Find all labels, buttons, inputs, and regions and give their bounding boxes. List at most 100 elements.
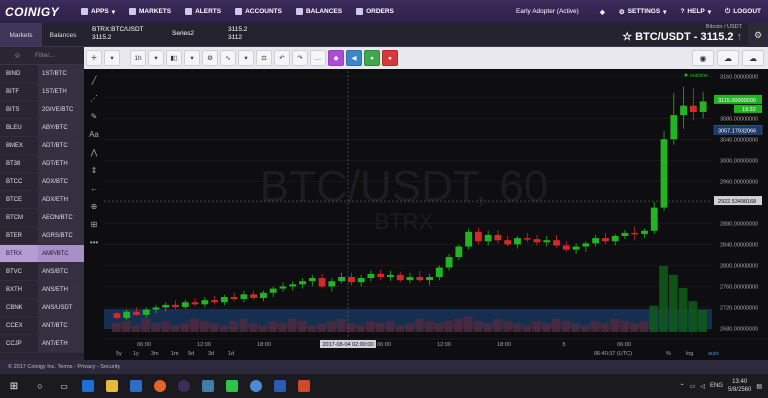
chevron-up-icon[interactable]: ⌃ bbox=[680, 383, 685, 390]
sidebar-row[interactable]: BITF 1ST/ETH bbox=[0, 83, 84, 101]
undo-icon[interactable]: ↶ bbox=[274, 50, 290, 66]
filter-input[interactable]: Filter... bbox=[35, 52, 55, 59]
file-explorer-icon[interactable] bbox=[101, 374, 123, 398]
more-icon[interactable]: … bbox=[310, 50, 326, 66]
price-chart[interactable]: BTC/USDT, 60BTRX3160.000000003120.000000… bbox=[104, 69, 768, 360]
tab-markets[interactable]: Markets bbox=[0, 23, 42, 47]
sidebar-row[interactable]: CBNK ANS/USDT bbox=[0, 299, 84, 317]
nav-accounts[interactable]: ACCOUNTS bbox=[228, 0, 289, 23]
sidebar-row[interactable]: BTRX AMP/BTC bbox=[0, 245, 84, 263]
range-button[interactable]: 3m bbox=[151, 351, 159, 357]
clock[interactable]: 13:40 5/8/2560 bbox=[728, 378, 751, 394]
market-pair[interactable]: ADX/ETH bbox=[38, 191, 84, 208]
cube-icon[interactable]: ◆ bbox=[328, 50, 344, 66]
market-pair[interactable]: 1ST/ETH bbox=[38, 83, 84, 100]
exchange-code[interactable]: CBNK bbox=[0, 305, 38, 311]
fib-tool-icon[interactable]: ⋰ bbox=[90, 91, 98, 105]
chevron-down-icon[interactable]: ▾ bbox=[148, 50, 164, 66]
nav-alerts[interactable]: ALERTS bbox=[178, 0, 228, 23]
scale-option[interactable]: % bbox=[666, 351, 671, 357]
chrome-icon[interactable] bbox=[245, 374, 267, 398]
exchange-code[interactable]: BIND bbox=[0, 71, 38, 77]
volume-icon[interactable]: ◁ bbox=[700, 383, 705, 390]
exchange-code[interactable]: BTER bbox=[0, 233, 38, 239]
sidebar-row[interactable]: BXTH ANS/ETH bbox=[0, 281, 84, 299]
powerpoint-icon[interactable] bbox=[293, 374, 315, 398]
indicators-icon[interactable]: ∿ bbox=[220, 50, 236, 66]
exchange-code[interactable]: BITS bbox=[0, 107, 38, 113]
sidebar-row[interactable]: BT38 ADT/ETH bbox=[0, 155, 84, 173]
sidebar-row[interactable]: BTVC ANS/BTC bbox=[0, 263, 84, 281]
sidebar-row[interactable]: BMEX ADT/BTC bbox=[0, 137, 84, 155]
scale-option[interactable]: auto bbox=[708, 351, 719, 357]
nav-apps[interactable]: APPS ▾ bbox=[74, 0, 122, 23]
measure-tool-icon[interactable]: ⇕ bbox=[91, 163, 98, 177]
market-pair[interactable]: ANS/USDT bbox=[38, 299, 84, 316]
compare-icon[interactable]: ⚖ bbox=[256, 50, 272, 66]
redo-icon[interactable]: ↷ bbox=[292, 50, 308, 66]
arrow-tool-icon[interactable]: ← bbox=[90, 181, 98, 195]
market-pair[interactable]: 1ST/BTC bbox=[38, 65, 84, 82]
line-tool-icon[interactable]: ╱ bbox=[92, 73, 97, 87]
exchange-code[interactable]: BTCE bbox=[0, 197, 38, 203]
search-icon[interactable]: ○ bbox=[29, 374, 51, 398]
range-button[interactable]: 1d bbox=[228, 351, 234, 357]
megaphone-icon[interactable]: ◀ bbox=[346, 50, 362, 66]
chevron-down-icon[interactable]: ▾ bbox=[104, 50, 120, 66]
cloud-upload-icon[interactable]: ☁ bbox=[717, 50, 739, 66]
sidebar-row[interactable]: CCJP ANT/ETH bbox=[0, 335, 84, 353]
chevron-down-icon[interactable]: ▾ bbox=[238, 50, 254, 66]
market-pair[interactable]: AMP/BTC bbox=[38, 245, 84, 262]
app-icon[interactable] bbox=[173, 374, 195, 398]
nav-balances[interactable]: BALANCES bbox=[289, 0, 349, 23]
windows-start-icon[interactable]: ⊞ bbox=[0, 374, 28, 398]
sidebar-row[interactable]: BIND 1ST/BTC bbox=[0, 65, 84, 83]
market-pair[interactable]: ANT/ETH bbox=[38, 335, 84, 352]
sidebar-row[interactable]: BTCE ADX/ETH bbox=[0, 191, 84, 209]
nav-help[interactable]: ? HELP ▾ bbox=[673, 0, 718, 23]
sidebar-row[interactable]: BLEU ABY/BTC bbox=[0, 119, 84, 137]
exchange-code[interactable]: CCEX bbox=[0, 323, 38, 329]
text-tool-icon[interactable]: Aa bbox=[89, 127, 99, 141]
exchange-code[interactable]: BITF bbox=[0, 89, 38, 95]
exchange-code[interactable]: BTRX bbox=[0, 251, 38, 257]
lock-tool-icon[interactable]: ⊞ bbox=[91, 217, 98, 231]
nav-markets[interactable]: MARKETS bbox=[122, 0, 178, 23]
range-button[interactable]: 1y bbox=[133, 351, 139, 357]
market-pair[interactable]: ADX/BTC bbox=[38, 173, 84, 190]
tab-balances[interactable]: Balances bbox=[42, 23, 84, 47]
store-icon[interactable] bbox=[125, 374, 147, 398]
market-tab-series2[interactable]: Series2 bbox=[172, 30, 194, 38]
theme-toggle-icon[interactable]: ◈ bbox=[593, 0, 612, 23]
star-icon[interactable]: ☆ bbox=[622, 30, 632, 43]
market-pair[interactable]: ADT/BTC bbox=[38, 137, 84, 154]
crosshair-tool-button[interactable]: ✛ bbox=[86, 50, 102, 66]
brush-tool-icon[interactable]: ✎ bbox=[91, 109, 98, 123]
firefox-icon[interactable] bbox=[149, 374, 171, 398]
exchange-code[interactable]: BXTH bbox=[0, 287, 38, 293]
sidebar-row[interactable]: BTCM AEON/BTC bbox=[0, 209, 84, 227]
range-button[interactable]: 5d bbox=[188, 351, 194, 357]
zoom-tool-icon[interactable]: ⊕ bbox=[91, 199, 98, 213]
market-pair[interactable]: AEON/BTC bbox=[38, 209, 84, 226]
range-button[interactable]: 1m bbox=[171, 351, 179, 357]
line-icon[interactable] bbox=[221, 374, 243, 398]
buy-button-icon[interactable]: ● bbox=[364, 50, 380, 66]
candle-type-icon[interactable]: ▮▯ bbox=[166, 50, 182, 66]
market-pair[interactable]: AGRS/BTC bbox=[38, 227, 84, 244]
nav-logout[interactable]: ⏻ LOGOUT bbox=[718, 0, 768, 23]
network-icon[interactable]: ▭ bbox=[690, 383, 696, 390]
scale-option[interactable]: log bbox=[686, 351, 693, 357]
pattern-tool-icon[interactable]: ⋀ bbox=[91, 145, 98, 159]
notification-icon[interactable]: ▤ bbox=[756, 383, 762, 390]
chevron-down-icon[interactable]: ▾ bbox=[184, 50, 200, 66]
settings-gear-icon[interactable]: ⚙ bbox=[202, 50, 218, 66]
exchange-code[interactable]: CCJP bbox=[0, 341, 38, 347]
range-button[interactable]: 3d bbox=[208, 351, 214, 357]
edge-browser-icon[interactable] bbox=[77, 374, 99, 398]
nav-orders[interactable]: ORDERS bbox=[349, 0, 401, 23]
task-view-icon[interactable]: ▭ bbox=[53, 374, 75, 398]
market-pair[interactable]: ANS/BTC bbox=[38, 263, 84, 280]
sidebar-row[interactable]: BTCC ADX/BTC bbox=[0, 173, 84, 191]
market-pair[interactable]: ABY/BTC bbox=[38, 119, 84, 136]
